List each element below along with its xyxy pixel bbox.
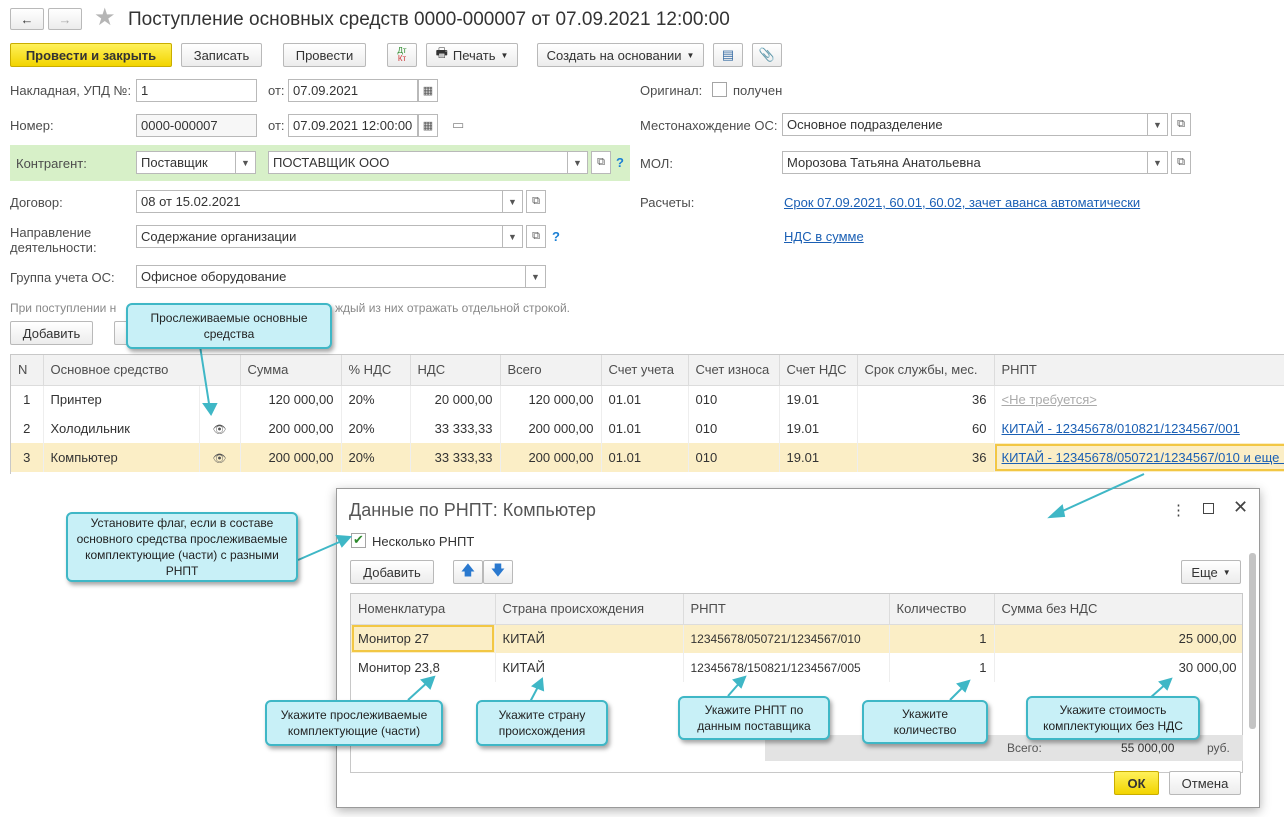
callout-quantity: Укажите количество	[862, 700, 988, 744]
arrow-flag	[297, 539, 345, 561]
callout-tracked-assets: Прослеживаемые основные средства	[126, 303, 332, 349]
arrowhead-rnpt	[732, 675, 747, 689]
callout-arrows	[199, 345, 1173, 703]
arrow-rnpt-link	[1055, 473, 1145, 515]
arrowhead-tracked	[202, 403, 218, 416]
arrowhead-country	[531, 677, 545, 692]
arrowhead-flag	[335, 534, 353, 548]
callout-cost: Укажите стоимость комплектующих без НДС	[1026, 696, 1200, 740]
callout-parts: Укажите прослеживаемые комплектующие (ча…	[265, 700, 443, 746]
callout-country: Укажите страну происхождения	[476, 700, 608, 746]
arrow-tracked	[199, 345, 211, 411]
callout-rnpt: Укажите РНПТ по данным поставщика	[678, 696, 830, 740]
arrowhead-rnpt-link	[1047, 504, 1066, 519]
callout-multiple-rnpt-flag: Установите флаг, если в составе основног…	[66, 512, 298, 582]
